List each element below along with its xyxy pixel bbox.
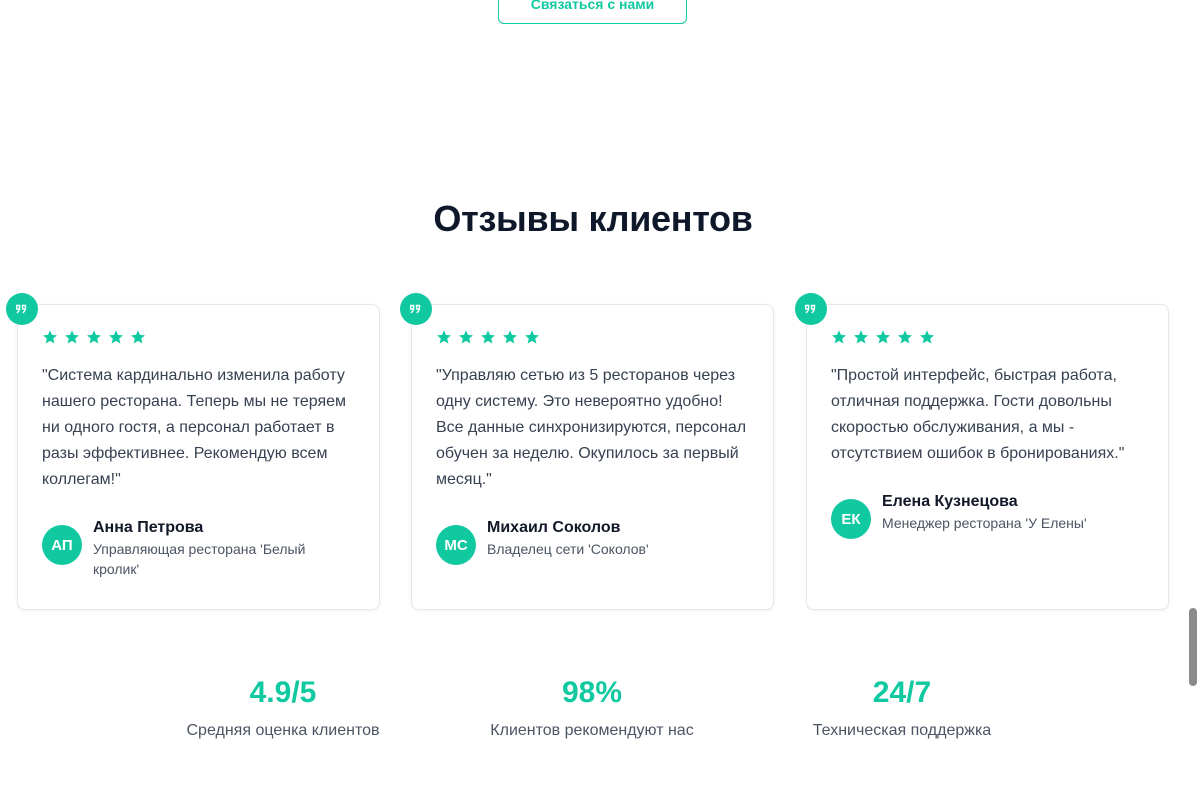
rating-stars xyxy=(42,328,355,346)
avatar: МС xyxy=(436,525,476,565)
stat-recommend: 98% Клиентов рекомендуют нас xyxy=(472,676,712,740)
review-card: "Система кардинально изменила работу наш… xyxy=(6,293,380,610)
review-text: "Простой интерфейс, быстрая работа, отли… xyxy=(831,367,1125,462)
star-icon xyxy=(481,330,495,344)
avatar: АП xyxy=(42,525,82,565)
stat-label: Средняя оценка клиентов xyxy=(186,722,380,739)
stat-value: 98% xyxy=(561,676,623,709)
star-icon xyxy=(43,330,57,344)
star-icon xyxy=(459,330,473,344)
stat-value: 24/7 xyxy=(872,676,932,709)
scrollbar-track[interactable] xyxy=(1186,0,1200,800)
stat-value: 4.9/5 xyxy=(249,676,317,709)
star-icon xyxy=(525,330,539,344)
quote-icon xyxy=(400,293,432,325)
author-name: Михаил Соколов xyxy=(487,519,621,536)
author-name: Елена Кузнецова xyxy=(882,493,1018,510)
author-role: Владелец сети 'Соколов' xyxy=(487,541,649,557)
author-name: Анна Петрова xyxy=(93,519,204,536)
star-icon xyxy=(898,330,912,344)
rating-stars xyxy=(436,328,749,346)
review-card: "Простой интерфейс, быстрая работа, отли… xyxy=(795,293,1169,610)
quote-icon xyxy=(795,293,827,325)
review-card: "Управляю сетью из 5 ресторанов через од… xyxy=(400,293,774,610)
review-author: АП Анна Петрова Управляющая ресторана 'Б… xyxy=(42,517,355,579)
stat-label: Техническая поддержка xyxy=(812,722,992,739)
star-icon xyxy=(920,330,934,344)
star-icon xyxy=(87,330,101,344)
stat-rating: 4.9/5 Средняя оценка клиентов xyxy=(163,676,403,740)
rating-stars xyxy=(831,328,1144,346)
star-icon xyxy=(131,330,145,344)
section-title: Отзывы клиентов xyxy=(433,198,753,239)
star-icon xyxy=(65,330,79,344)
review-text: "Система кардинально изменила работу наш… xyxy=(42,367,347,488)
author-role: Управляющая ресторана 'Белый кролик' xyxy=(93,541,306,577)
stat-label: Клиентов рекомендуют нас xyxy=(490,722,694,739)
review-text: "Управляю сетью из 5 ресторанов через од… xyxy=(436,367,747,488)
review-author: МС Михаил Соколов Владелец сети 'Соколов… xyxy=(436,517,749,565)
avatar: ЕК xyxy=(831,499,871,539)
star-icon xyxy=(832,330,846,344)
quote-icon xyxy=(6,293,38,325)
stat-support: 24/7 Техническая поддержка xyxy=(782,676,1022,740)
contact-us-button[interactable]: Связаться с нами xyxy=(498,0,687,24)
star-icon xyxy=(109,330,123,344)
review-author: ЕК Елена Кузнецова Менеджер ресторана 'У… xyxy=(831,491,1144,539)
scrollbar-thumb[interactable] xyxy=(1189,608,1197,686)
star-icon xyxy=(437,330,451,344)
star-icon xyxy=(854,330,868,344)
page: Связаться с нами Отзывы клиентов "Систем… xyxy=(0,0,1200,800)
star-icon xyxy=(503,330,517,344)
author-role: Менеджер ресторана 'У Елены' xyxy=(882,515,1087,531)
star-icon xyxy=(876,330,890,344)
